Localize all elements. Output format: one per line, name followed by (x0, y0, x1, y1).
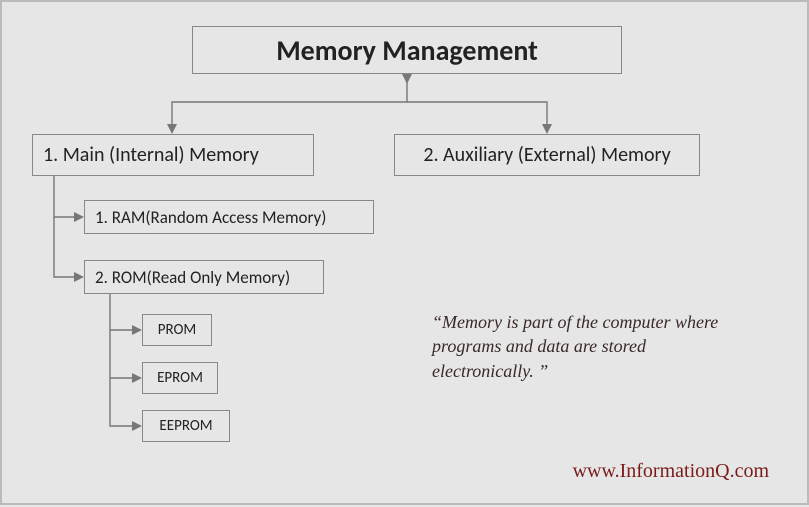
auxiliary-memory-label: 2. Auxiliary (External) Memory (423, 143, 670, 167)
prom-label: PROM (158, 321, 197, 339)
ram-box: 1. RAM(Random Access Memory) (84, 200, 374, 234)
main-memory-box: 1. Main (Internal) Memory (32, 134, 314, 176)
title-box: Memory Management (192, 26, 622, 74)
ram-label: 1. RAM(Random Access Memory) (95, 207, 326, 228)
auxiliary-memory-box: 2. Auxiliary (External) Memory (394, 134, 700, 176)
rom-label: 2. ROM(Read Only Memory) (95, 267, 290, 288)
eeprom-box: EEPROM (142, 410, 230, 442)
eprom-box: EPROM (142, 362, 218, 394)
prom-box: PROM (142, 314, 212, 346)
diagram-canvas: Memory Management 1. Main (Internal) Mem… (0, 0, 809, 505)
connector-lines (2, 2, 809, 507)
main-memory-label: 1. Main (Internal) Memory (43, 143, 259, 167)
title-text: Memory Management (276, 33, 538, 68)
eprom-label: EPROM (157, 369, 203, 387)
eeprom-label: EEPROM (159, 417, 212, 435)
rom-box: 2. ROM(Read Only Memory) (84, 260, 324, 294)
quote-text: “Memory is part of the computer where pr… (432, 310, 722, 383)
attribution-text: www.InformationQ.com (573, 460, 769, 483)
